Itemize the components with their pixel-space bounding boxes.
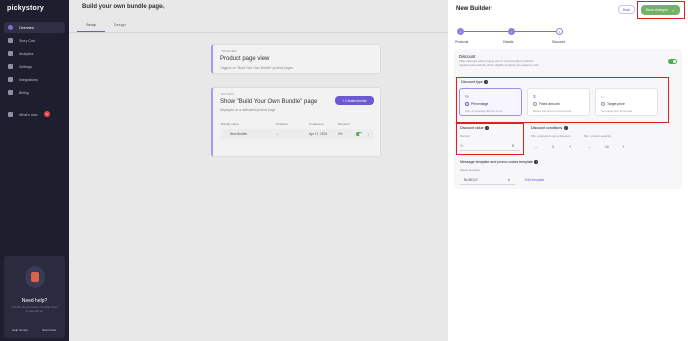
trigger-tag: TRIGGER [221, 49, 237, 53]
plug-icon [8, 77, 13, 82]
megaphone-icon [8, 112, 13, 117]
highlight-box-save [637, 1, 685, 19]
sidebar-item-label: Settings [19, 64, 32, 69]
sidebar-item-label: What's new [19, 112, 38, 117]
discount-conditions-label: Discount conditions i [531, 126, 568, 131]
step-label-discount: Discount [552, 40, 566, 44]
sidebar-item-overview[interactable]: Overview [4, 22, 65, 33]
column-header: Discount [338, 122, 350, 126]
step-products-icon[interactable]: ✓ [457, 28, 464, 35]
sidebar-item-whats-new[interactable]: What's new [4, 109, 65, 120]
action-card: ACTION Show "Build Your Own Bundle" page… [211, 87, 381, 157]
sidebar-item-story-cart[interactable]: Story Cart [4, 35, 65, 46]
select-template-label: Select template [460, 168, 480, 172]
table-row[interactable]: New Builder – Apr 17, 2024 0% ⋮ [221, 129, 374, 139]
decrement-icon[interactable]: – [588, 144, 605, 149]
pencil-icon[interactable]: ✎ [161, 5, 165, 11]
sidebar-item-settings[interactable]: Settings [4, 61, 65, 72]
help-card: Need help? Find the info you need in our… [4, 256, 65, 338]
row-more-icon[interactable]: ⋮ [367, 132, 370, 136]
tab-bar: Setup Design [77, 19, 135, 32]
min-products-stepper[interactable]: – 3 + [535, 142, 571, 151]
sidebar-item-integrations[interactable]: Integrations [4, 74, 65, 85]
info-icon: i [563, 126, 568, 131]
notification-badge: 1 [44, 111, 50, 117]
help-center-button[interactable]: Help Center [7, 326, 33, 334]
cart-icon [8, 38, 13, 43]
bundle-discount: 0% [338, 132, 343, 136]
decrement-icon[interactable]: – [535, 144, 552, 149]
action-tag: ACTION [221, 92, 235, 96]
sidebar: pickystory Overview Story Cart Analytics… [0, 0, 69, 341]
builder-panel: New Builder ⋮ Back Save changes ✓ ✓ ✓ 3 P… [448, 0, 688, 341]
progress-stepper: ✓ ✓ 3 Products Details Discount [455, 28, 565, 44]
bundle-table-header: Bundle name Products Created on Discount [221, 122, 374, 128]
column-header: Bundle name [221, 122, 239, 126]
edit-template-link[interactable]: Edit template [525, 178, 544, 182]
step-connector [462, 31, 509, 32]
create-bundle-button[interactable]: + Create bundle [335, 96, 374, 105]
trigger-title: Product page view [220, 56, 270, 62]
tab-design[interactable]: Design [105, 19, 135, 32]
start-chat-button[interactable]: Start Chat [36, 326, 62, 334]
message-template-text: Message template and promo codes templat… [460, 160, 533, 164]
column-header: Created on [309, 122, 324, 126]
min-products-label: Min. products to get a discount [531, 134, 571, 138]
chart-icon [8, 51, 13, 56]
min-products-value: 3 [552, 144, 554, 149]
action-title: Show "Build Your Own Bundle" page [220, 99, 318, 105]
bundle-name: New Builder [230, 132, 248, 136]
overview-icon [8, 25, 13, 30]
conditions-text: Discount conditions [531, 126, 563, 130]
sidebar-item-label: Story Cart [19, 38, 36, 43]
step-discount-icon[interactable]: 3 [556, 28, 563, 35]
tab-setup[interactable]: Setup [77, 19, 105, 32]
increment-icon[interactable]: + [569, 144, 571, 149]
panel-title: New Builder [456, 6, 491, 12]
min-qty-value: 10 [605, 144, 609, 149]
info-icon: i [534, 160, 539, 165]
sidebar-item-analytics[interactable]: Analytics [4, 48, 65, 59]
page-title: Build your own bundle page [82, 4, 163, 10]
sidebar-item-label: Overview [19, 25, 34, 30]
tabs-divider [69, 32, 448, 33]
gear-icon [8, 64, 13, 69]
sidebar-item-billing[interactable]: Billing [4, 87, 65, 98]
trigger-card: TRIGGER Product page view Triggers on "B… [211, 44, 381, 74]
template-select[interactable]: BUNDLE ▾ [460, 176, 515, 185]
chevron-down-icon: ▾ [508, 178, 510, 182]
template-select-value: BUNDLE [464, 178, 478, 182]
discount-toggle[interactable] [668, 59, 677, 64]
step-label-details: Details [503, 40, 514, 44]
highlight-box-discount-value [456, 123, 524, 155]
billing-icon [8, 90, 13, 95]
min-qty-label: Min. product quantity [584, 134, 611, 138]
main-content: Build your own bundle page ✎ Setup Desig… [69, 0, 448, 341]
sidebar-item-label: Billing [19, 90, 29, 95]
sidebar-item-label: Analytics [19, 51, 34, 56]
highlight-box-discount-type [456, 77, 669, 123]
min-qty-stepper[interactable]: – 10 + [588, 142, 624, 151]
bundle-products: – [276, 132, 278, 136]
step-label-products: Products [455, 40, 469, 44]
sidebar-item-label: Integrations [19, 77, 38, 82]
help-title: Need help? [21, 298, 48, 304]
step-details-icon[interactable]: ✓ [508, 28, 515, 35]
help-illustration-icon [25, 266, 45, 288]
step-connector [513, 31, 560, 32]
bundle-created: Apr 17, 2024 [309, 132, 328, 136]
message-template-label: Message template and promo codes templat… [460, 160, 539, 165]
column-header: Products [276, 122, 288, 126]
action-subtitle: Displayed on a dedicated product page [220, 108, 276, 112]
back-button[interactable]: Back [618, 5, 635, 14]
trigger-subtitle: Triggers on "Build Your Own Bundle" prod… [220, 66, 293, 70]
app-logo: pickystory [7, 5, 45, 12]
bundle-active-toggle[interactable] [356, 132, 362, 136]
increment-icon[interactable]: + [622, 144, 624, 149]
more-options-icon[interactable]: ⋮ [489, 6, 495, 12]
help-subtitle: Find the info you need in our help cente… [11, 306, 58, 313]
discount-subtitle-2: Applied automatically when eligible prod… [459, 63, 540, 67]
